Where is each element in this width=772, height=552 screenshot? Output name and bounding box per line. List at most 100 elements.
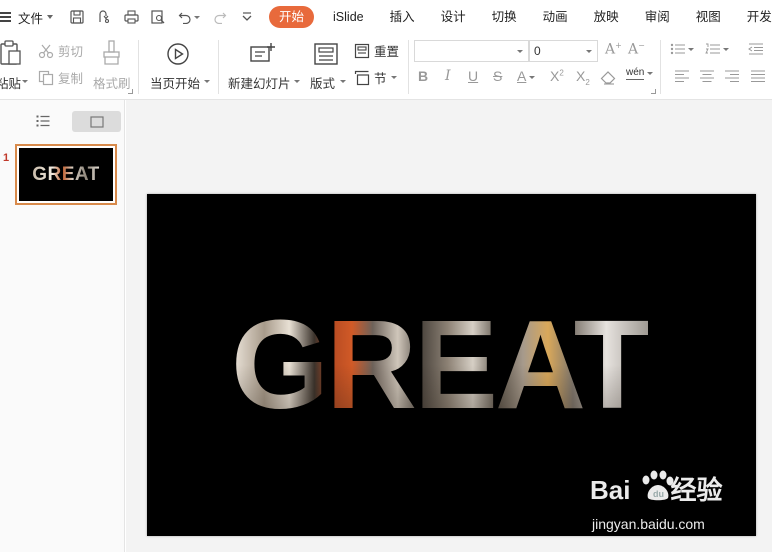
menu-bar: 文件 开始 iSlide 插入 设计 切换 动画 放映 审阅 视图 开发 [0,0,772,34]
chevron-down-icon [517,50,523,53]
thumbnail-text: GREAT [32,163,100,185]
increase-font-icon[interactable]: A+ [605,41,622,58]
phonetic-guide-label: wén [626,67,645,80]
numbering-icon[interactable] [705,43,729,55]
layout-label: 版式 [310,77,336,91]
slide-thumbnail[interactable]: GREAT [15,144,117,205]
tab-developer[interactable]: 开发工 [734,6,772,28]
reset-icon [354,43,370,58]
layout-button[interactable]: 版式 [308,38,348,96]
tab-animation[interactable]: 动画 [530,6,581,28]
undo-icon[interactable] [177,9,201,25]
chevron-down-icon [688,47,694,51]
phonetic-guide-button[interactable]: wén [626,67,654,80]
tab-view[interactable]: 视图 [683,6,734,28]
tab-review[interactable]: 审阅 [632,6,683,28]
divider [138,40,139,94]
tab-insert[interactable]: 插入 [377,6,428,28]
section-icon [354,70,370,85]
font-name-select[interactable] [414,40,529,62]
tab-home[interactable]: 开始 [269,6,315,28]
align-center-icon[interactable] [699,70,715,82]
paste-label: 粘贴 [0,77,22,91]
print-icon[interactable] [123,9,139,25]
font-color-icon[interactable]: A [517,68,536,84]
paste-button[interactable]: 粘贴 [0,38,30,96]
section-label: 节 [374,72,387,86]
format-painter-label: 格式刷 [93,77,131,91]
file-menu-label: 文件 [18,11,44,26]
clipboard-dialog-launcher[interactable] [128,89,133,94]
strikethrough-icon[interactable]: S [493,68,502,84]
quick-access-toolbar [69,9,255,25]
font-size-select[interactable]: 0 [529,40,598,62]
thumbnail-preview: GREAT [19,148,113,201]
slide-headline[interactable]: GREAT [231,302,648,428]
tab-islide[interactable]: iSlide [320,6,377,28]
chevron-down-icon [194,15,201,19]
chevron-down-icon [22,80,28,83]
divider [660,40,661,94]
save-icon[interactable] [69,9,85,25]
print-preview-icon[interactable] [150,9,166,25]
play-icon [167,43,189,65]
watermark-logo-left: Bai [590,475,631,505]
brush-icon [103,40,120,65]
section-button[interactable]: 节 [354,68,397,87]
chevron-down-icon [390,76,397,79]
redo-icon[interactable] [212,9,228,25]
slide-view-icon [89,115,104,128]
superscript-icon[interactable]: X2 [550,68,564,84]
divider [408,40,409,94]
font-size-value: 0 [534,44,541,58]
thumbnail-view-tab[interactable] [72,111,121,132]
copy-button[interactable]: 复制 [38,68,83,87]
layout-icon [314,43,338,65]
chevron-down-icon [723,47,729,51]
tab-slideshow[interactable]: 放映 [581,6,632,28]
reset-button[interactable]: 重置 [354,41,399,60]
bullets-icon[interactable] [670,43,694,55]
align-left-icon[interactable] [674,70,690,82]
from-current-slide-button[interactable]: 当页开始 [148,38,210,96]
menu-icon [0,10,14,25]
file-menu[interactable]: 文件 [0,0,54,34]
outline-view-icon[interactable] [36,114,50,128]
share-icon[interactable] [96,9,112,25]
paw-icon: du [642,470,674,501]
justify-icon[interactable] [750,70,766,82]
chevron-down-icon [204,80,210,83]
chevron-down-icon [340,80,346,83]
new-slide-icon [250,43,275,62]
cut-label: 剪切 [58,45,84,59]
decrease-font-icon[interactable]: A− [628,41,645,58]
format-painter-button[interactable]: 格式刷 [92,38,132,96]
decrease-indent-icon[interactable] [748,43,764,55]
subscript-icon[interactable]: X2 [576,68,590,87]
tab-transitions[interactable]: 切换 [479,6,530,28]
paste-icon [0,40,21,65]
underline-icon[interactable]: U [468,68,478,84]
chevron-down-icon [647,72,654,75]
ribbon: 粘贴 剪切 复制 格式刷 当页开始 新建幻灯片 版式 重置 节 0 A+ A− … [0,34,772,100]
cut-button[interactable]: 剪切 [38,41,83,60]
font-dialog-launcher[interactable] [651,89,656,94]
copy-icon [38,70,54,85]
chevron-down-icon [47,15,54,19]
slides-panel: 1 GREAT [0,100,125,552]
new-slide-button[interactable]: 新建幻灯片 [226,38,302,96]
baidu-jingyan-watermark: Bai 经验 du jingyan.baidu.com [590,470,770,540]
customize-icon[interactable] [239,9,255,25]
align-right-icon[interactable] [724,70,740,82]
watermark-url: jingyan.baidu.com [592,516,705,532]
scissors-icon [38,44,54,58]
slide-number: 1 [3,152,10,164]
chevron-down-icon [586,50,592,53]
italic-icon[interactable]: I [445,68,451,84]
reset-label: 重置 [374,45,400,59]
svg-text:du: du [653,489,664,499]
eraser-icon[interactable] [600,71,616,85]
bold-icon[interactable]: B [418,68,428,84]
tab-design[interactable]: 设计 [428,6,479,28]
copy-label: 复制 [58,72,84,86]
